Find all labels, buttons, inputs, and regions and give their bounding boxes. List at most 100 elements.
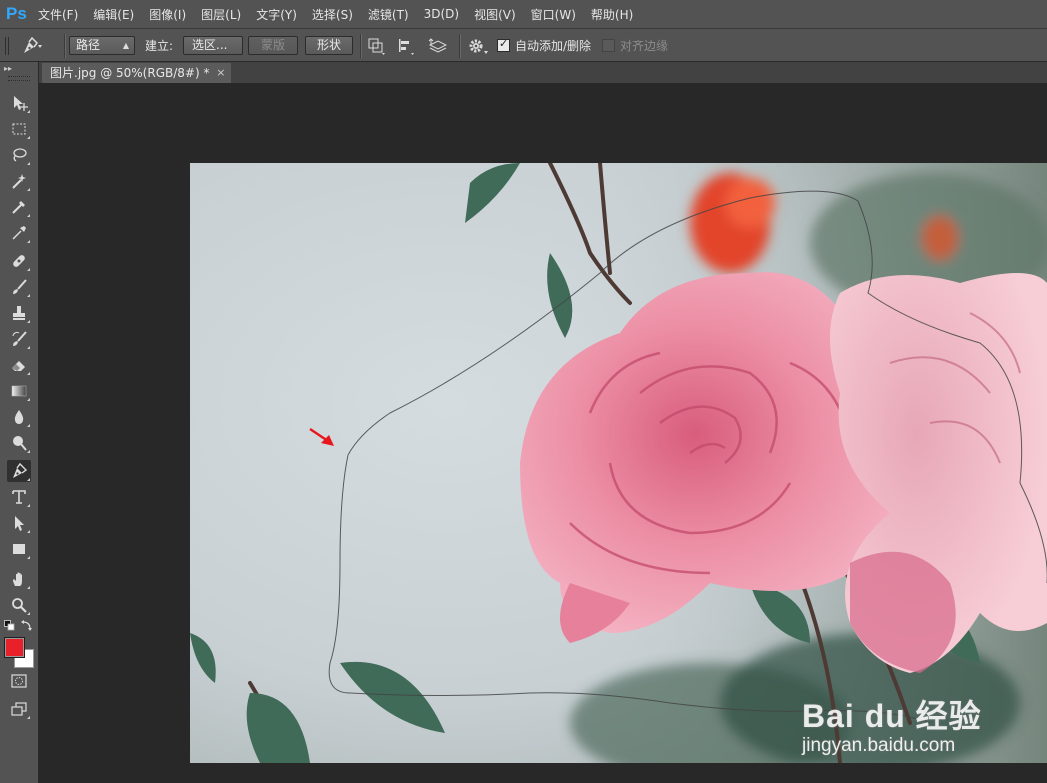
photoshop-logo: Ps — [6, 4, 27, 23]
lasso-icon — [13, 148, 27, 162]
document-tab[interactable]: 图片.jpg @ 50%(RGB/8#) * × — [42, 63, 232, 83]
foreground-color-swatch[interactable] — [5, 638, 24, 657]
red-arrow-icon — [309, 428, 334, 446]
path-alignment-button[interactable] — [397, 29, 415, 62]
menu-file[interactable]: 文件(F) — [38, 6, 78, 23]
rose-photo — [190, 163, 1047, 763]
menu-edit[interactable]: 编辑(E) — [93, 6, 134, 23]
hand-icon — [13, 572, 22, 586]
move-icon — [14, 96, 28, 111]
shape-button[interactable]: 形状 — [305, 36, 353, 55]
default-colors-button[interactable] — [4, 620, 15, 634]
history-brush-tool[interactable] — [7, 328, 31, 350]
menu-layer[interactable]: 图层(L) — [201, 6, 241, 23]
path-arrangement-button[interactable] — [427, 29, 447, 62]
hand-tool[interactable] — [7, 568, 31, 590]
lasso-tool[interactable] — [7, 144, 31, 166]
swap-arrows-icon — [21, 620, 32, 631]
droplet-icon — [14, 410, 24, 424]
swap-colors-button[interactable] — [21, 619, 33, 634]
selection-button[interactable]: 选区... — [183, 36, 243, 55]
select-arrows-icon: ▲ — [122, 41, 129, 50]
document-tab-bar: 图片.jpg @ 50%(RGB/8#) * × — [39, 62, 1047, 83]
tool-mode-value: 路径 — [76, 38, 101, 52]
eraser-tool[interactable] — [7, 354, 31, 376]
brush-tool[interactable] — [7, 276, 31, 298]
close-icon[interactable]: × — [216, 63, 225, 83]
pen-icon — [24, 36, 42, 53]
menu-select[interactable]: 选择(S) — [312, 6, 353, 23]
eyedropper-tool[interactable] — [7, 222, 31, 244]
menu-filter[interactable]: 滤镜(T) — [368, 6, 409, 23]
history-brush-icon — [12, 331, 27, 346]
panel-collapse-icon[interactable]: ▸▸ — [4, 64, 12, 73]
eyedropper-icon — [12, 226, 26, 240]
gradient-icon — [11, 385, 27, 397]
default-colors-icon — [4, 620, 15, 631]
path-operations-button[interactable] — [367, 29, 385, 62]
watermark-url: jingyan.baidu.com — [802, 735, 956, 756]
align-edges-label: 对齐边缘 — [620, 39, 669, 53]
quick-mask-icon — [11, 674, 27, 688]
canvas-area[interactable]: Bai du 经验 jingyan.baidu.com — [39, 83, 1047, 783]
type-icon — [12, 490, 26, 504]
document-image[interactable]: Bai du 经验 jingyan.baidu.com — [190, 163, 1047, 763]
settings-button[interactable] — [467, 29, 489, 62]
blur-tool[interactable] — [7, 406, 31, 428]
magic-wand-tool[interactable] — [7, 170, 31, 192]
dodge-icon — [13, 436, 27, 451]
rectangle-icon — [13, 544, 25, 554]
align-icon — [399, 38, 414, 55]
brush-icon — [13, 279, 27, 294]
menu-image[interactable]: 图像(I) — [149, 6, 186, 23]
gear-icon — [469, 39, 488, 54]
marquee-tool[interactable] — [7, 118, 31, 140]
tool-preset-picker[interactable] — [20, 29, 42, 62]
menu-help[interactable]: 帮助(H) — [591, 6, 633, 23]
menu-window[interactable]: 窗口(W) — [531, 6, 576, 23]
align-edges-checkbox[interactable] — [602, 39, 615, 52]
zoom-icon — [12, 598, 27, 613]
watermark-brand: Bai du 经验 — [802, 698, 982, 734]
grip-handle[interactable] — [4, 29, 10, 62]
healing-brush-tool[interactable] — [7, 250, 31, 272]
quick-mask-button[interactable] — [7, 670, 31, 692]
auto-add-delete-checkbox[interactable]: ✓ — [497, 37, 510, 52]
rectangle-tool[interactable] — [7, 538, 31, 560]
arrange-icon — [428, 37, 447, 53]
options-bar: 路径 ▲ 建立: 选区... 蒙版 形状 ✓ 自动添加/删除 对齐边缘 — [0, 28, 1047, 62]
dodge-tool[interactable] — [7, 432, 31, 454]
screen-mode-icon — [11, 702, 27, 716]
arrow-select-icon — [15, 516, 24, 531]
stamp-icon — [13, 306, 25, 320]
gradient-tool[interactable] — [7, 380, 31, 402]
document-tab-title: 图片.jpg @ 50%(RGB/8#) * — [50, 66, 210, 80]
crop-tool[interactable] — [7, 196, 31, 218]
eraser-icon — [12, 361, 25, 371]
menu-type[interactable]: 文字(Y) — [256, 6, 297, 23]
menu-view[interactable]: 视图(V) — [474, 6, 516, 23]
path-selection-tool[interactable] — [7, 512, 31, 534]
panel-grip[interactable] — [8, 76, 30, 81]
baidu-watermark: Bai du 经验 jingyan.baidu.com — [802, 691, 982, 757]
stamp-tool[interactable] — [7, 302, 31, 324]
magic-wand-icon — [12, 174, 26, 189]
pen-tool[interactable] — [7, 460, 31, 482]
checkmark-icon: ✓ — [499, 37, 509, 50]
path-operations-icon — [368, 38, 385, 55]
mask-button[interactable]: 蒙版 — [248, 36, 298, 55]
tools-panel: ▸▸ — [0, 62, 39, 783]
type-tool[interactable] — [7, 486, 31, 508]
crop-icon — [12, 201, 25, 214]
zoom-tool[interactable] — [7, 594, 31, 616]
menu-3d[interactable]: 3D(D) — [424, 7, 459, 21]
marquee-icon — [12, 123, 26, 135]
menu-bar: Ps 文件(F) 编辑(E) 图像(I) 图层(L) 文字(Y) 选择(S) 滤… — [0, 0, 1047, 28]
screen-mode-button[interactable] — [7, 698, 31, 720]
pen-icon — [13, 462, 28, 478]
bandage-icon — [13, 255, 25, 267]
auto-add-delete-label: 自动添加/删除 — [515, 39, 592, 53]
make-label: 建立: — [145, 39, 174, 53]
tool-mode-select[interactable]: 路径 ▲ — [69, 36, 135, 55]
move-tool[interactable] — [7, 92, 31, 114]
